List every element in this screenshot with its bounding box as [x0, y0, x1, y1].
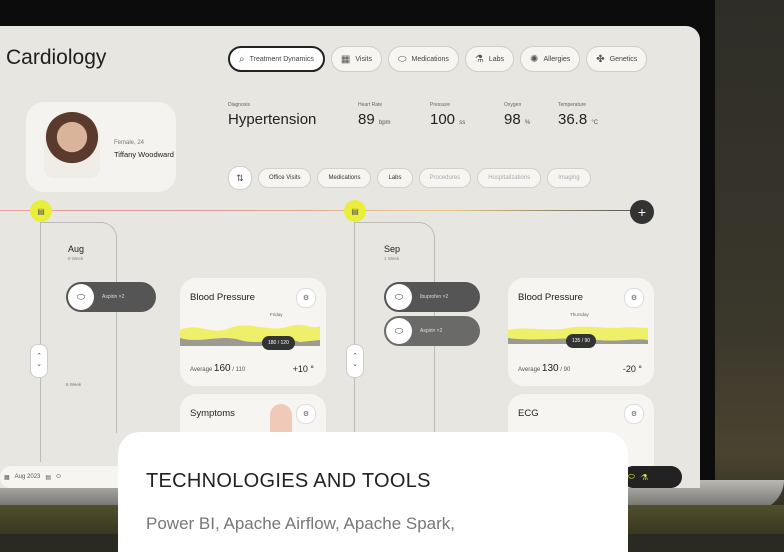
month-sep: Sep 1 Week	[384, 244, 401, 261]
flask-icon: ⚗	[474, 53, 484, 65]
overlay-body: Power BI, Apache Airflow, Apache Spark,	[146, 514, 456, 533]
patient-card[interactable]: Female, 24 Tiffany Woodward	[26, 102, 176, 192]
subtab-medications[interactable]: Medications	[317, 168, 372, 188]
subtab-labs[interactable]: Labs	[377, 168, 413, 188]
pill-icon: ⬭	[397, 53, 407, 65]
stat-oxygen: Oxygen 98 %	[504, 102, 531, 128]
bottom-dock-left: ▦ Aug 2023 ▤ ⬭	[0, 466, 134, 488]
scroll-stepper-aug[interactable]: ⌃ ⌄	[30, 344, 48, 378]
scroll-stepper-sep[interactable]: ⌃ ⌄	[346, 344, 364, 378]
pill-icon: ⬭	[386, 284, 412, 310]
bottom-dock-right: ⬭ ⚗	[622, 466, 682, 488]
overlay-title: TECHNOLOGIES AND TOOLS	[146, 470, 431, 492]
pill-icon[interactable]: ⬭	[56, 474, 61, 481]
calendar-icon[interactable]: ▦	[4, 474, 10, 481]
stat-pressure: Pressure 100 ss	[430, 102, 466, 128]
tab-allergies[interactable]: ✺ Allergies	[520, 46, 581, 72]
virus-icon: ✺	[530, 53, 539, 65]
week-label: 6 Week	[66, 382, 82, 387]
patient-name: Tiffany Woodward	[114, 150, 174, 159]
app-screen: Cardiology ⌕ Treatment Dynamics ▦ Visits ⬭…	[0, 26, 700, 488]
tab-treatment-dynamics[interactable]: ⌕ Treatment Dynamics	[228, 46, 325, 72]
card-blood-pressure-aug[interactable]: Blood Pressure ⚙ Friday 180 / 120 Averag…	[180, 278, 326, 386]
subtab-procedures[interactable]: Procedures	[418, 168, 472, 188]
card-blood-pressure-sep[interactable]: Blood Pressure ⚙ Thursday 135 / 90 Avera…	[508, 278, 654, 386]
medication-pill-aspirin-sep[interactable]: ⬭ Aspirin ×2	[384, 316, 480, 346]
dock-date: Aug 2023	[14, 474, 41, 480]
bp-value-chip: 135 / 90	[566, 334, 597, 348]
notes-icon[interactable]: ▤	[45, 474, 51, 481]
timeline-vertical-sep	[354, 222, 355, 462]
flask-icon[interactable]: ⚗	[641, 473, 648, 482]
month-aug: Aug 8 Week	[68, 244, 85, 261]
bp-value-chip: 180 / 120	[262, 336, 295, 350]
timeline-vertical-aug	[40, 222, 41, 462]
subtab-imaging[interactable]: Imaging	[547, 168, 591, 188]
pill-icon: ⬭	[386, 318, 412, 344]
avatar	[44, 112, 100, 178]
stat-temperature: Temperature 36.8 °C	[558, 102, 599, 128]
info-overlay-card: TECHNOLOGIES AND TOOLS Power BI, Apache …	[118, 432, 628, 552]
search-icon: ⌕	[239, 53, 245, 65]
subtab-office-visits[interactable]: Office Visits	[258, 168, 312, 188]
settings-icon[interactable]: ⚙	[296, 288, 316, 308]
add-button[interactable]: +	[630, 200, 654, 224]
timeline-marker-sep[interactable]: ▤	[344, 200, 366, 222]
dna-icon: ✤	[596, 53, 605, 65]
tab-labs[interactable]: ⚗ Labs	[464, 46, 515, 72]
subtab-hospitalizations[interactable]: Hospitalizations	[477, 168, 542, 188]
nav-tabs: ⌕ Treatment Dynamics ▦ Visits ⬭ Medications…	[228, 46, 648, 72]
settings-icon[interactable]: ⚙	[624, 288, 644, 308]
patient-sex-age: Female, 24	[114, 140, 145, 146]
timeline-line	[0, 210, 640, 211]
settings-icon[interactable]: ⚙	[296, 404, 316, 424]
tab-genetics[interactable]: ✤ Genetics	[586, 46, 648, 72]
settings-icon[interactable]: ⚙	[624, 404, 644, 424]
tab-medications[interactable]: ⬭ Medications	[387, 46, 459, 72]
stat-diagnosis: Diagnosis Hypertension	[228, 102, 317, 128]
calendar-icon: ▦	[340, 53, 351, 65]
stat-heart-rate: Heart Rate 89 bpm	[358, 102, 391, 128]
pill-icon[interactable]: ⬭	[628, 472, 635, 482]
timeline-marker-aug[interactable]: ▤	[30, 200, 52, 222]
sub-tabs: ⇅ Office Visits Medications Labs Procedu…	[228, 166, 591, 190]
filter-icon[interactable]: ⇅	[228, 166, 252, 190]
tab-visits[interactable]: ▦ Visits	[330, 46, 382, 72]
page-title: Cardiology	[6, 46, 107, 69]
pill-icon: ⬭	[68, 284, 94, 310]
medication-pill-aspirin-aug[interactable]: ⬭ Aspirin ×2	[66, 282, 156, 312]
bp-wave-chart	[180, 324, 320, 346]
medication-pill-ibuprofen[interactable]: ⬭ Ibuprofen ×2	[384, 282, 480, 312]
